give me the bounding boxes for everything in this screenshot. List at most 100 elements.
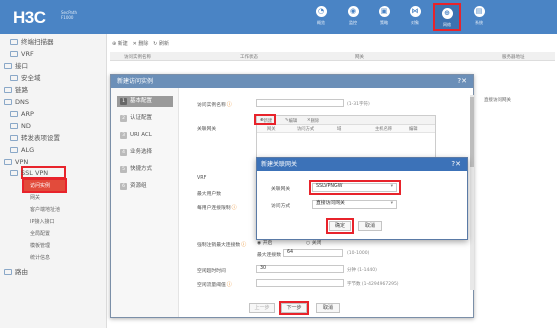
- highlight-ok: [326, 218, 354, 234]
- interface-icon: [4, 63, 12, 69]
- dialog-mode-select[interactable]: 直接访问网关 ▾: [312, 200, 397, 209]
- forwarding-icon: [10, 135, 18, 141]
- dns-icon: [4, 99, 12, 105]
- ssl-vpn-icon: [10, 170, 18, 176]
- modal-title: 新建访问实例: [111, 75, 473, 88]
- system-icon: ▤: [473, 6, 485, 17]
- top-bar: H3C SecPath F1000 ◔ 概览 ◉ 监控 ▣ 策略 ⋈ 对象 ⊕ 网络 ▤ 系统: [0, 0, 557, 34]
- chevron-down-icon: ▾: [390, 201, 393, 206]
- sidebar-item-terminal-scanner[interactable]: 终端扫描器: [0, 36, 107, 48]
- max-conn-label: 最大连接数: [257, 253, 281, 258]
- tab-uri-acl[interactable]: 3 URI ACL: [117, 130, 173, 141]
- max-conn-hint: (10-1000): [347, 251, 370, 256]
- nav-monitor[interactable]: ◉ 监控: [339, 3, 367, 31]
- idle-timeout-label: 空闲超时时间: [197, 269, 226, 274]
- dialog-gateway-label: 关联网关: [271, 187, 291, 192]
- table-cell-gateway: 直接访问网关: [484, 98, 511, 103]
- highlight-grid-new: [254, 114, 276, 125]
- prev-step-button[interactable]: 上一步: [249, 303, 275, 313]
- idle-timeout-input[interactable]: 30: [256, 265, 344, 273]
- toolbar-new-button[interactable]: ⊕ 新建: [112, 41, 128, 47]
- grid-edit-button[interactable]: ✎ 编辑: [285, 118, 297, 124]
- access-name-label: 访问实例名称ⓘ: [197, 102, 232, 108]
- max-users-label: 最大用户数: [197, 192, 221, 197]
- modal-scrollbar[interactable]: [470, 95, 474, 290]
- scrollbar-thumb[interactable]: [470, 97, 474, 167]
- gateway-label: 关联网关: [197, 127, 217, 132]
- max-conn-input[interactable]: 64: [283, 249, 343, 257]
- toolbar-refresh-button[interactable]: ↻ 刷新: [153, 41, 169, 47]
- toolbar-delete-button[interactable]: ✕ 删除: [133, 41, 149, 47]
- zone-icon: [10, 75, 18, 81]
- modal-close-icon[interactable]: ?✕: [457, 75, 467, 88]
- sidebar-item-vrf[interactable]: VRF: [0, 48, 107, 60]
- tab-basic[interactable]: 1 基本配置: [117, 96, 173, 107]
- vrf-icon: [10, 51, 18, 57]
- sidebar-item-routing[interactable]: 路由: [0, 266, 107, 278]
- grid-header: 网关 访问方式 域 主机名称 编辑: [257, 125, 435, 133]
- sidebar-item-link[interactable]: 链路: [0, 84, 107, 96]
- highlight-gateway-select: [309, 180, 401, 195]
- sidebar-item-dns[interactable]: DNS: [0, 96, 107, 108]
- idle-flow-input[interactable]: [256, 279, 344, 287]
- tab-shortcut[interactable]: 5 快捷方式: [117, 164, 173, 175]
- sidebar-item-alg[interactable]: ALG: [0, 144, 107, 156]
- arp-icon: [10, 111, 18, 117]
- dialog-cancel-button[interactable]: 取消: [358, 221, 382, 231]
- monitor-icon: ◉: [347, 6, 359, 17]
- product-model: SecPath F1000: [61, 10, 77, 20]
- vpn-icon: [4, 159, 12, 165]
- sidebar-item-forwarding[interactable]: 转发表项设置: [0, 132, 107, 144]
- alg-icon: [10, 147, 18, 153]
- highlight-next-step: [279, 301, 309, 315]
- sidebar-item-security-zone[interactable]: 安全域: [0, 72, 107, 84]
- dashboard-icon: ◔: [315, 6, 327, 17]
- nav-system[interactable]: ▤ 系统: [465, 3, 493, 31]
- sidebar-item-statistics[interactable]: 统计信息: [30, 252, 90, 264]
- sidebar-item-nd[interactable]: ND: [0, 120, 107, 132]
- nav-object[interactable]: ⋈ 对象: [401, 3, 429, 31]
- new-associated-gateway-dialog: 新建关联网关 ?✕ 关联网关 SSLVPNGW ▾ 访问方式 直接访问网关 ▾ 确定…: [256, 157, 468, 240]
- dialog-close-icon[interactable]: ?✕: [451, 158, 461, 171]
- policy-icon: ▣: [378, 6, 390, 17]
- h3c-logo: H3C: [13, 8, 46, 27]
- sidebar-item-access-instance[interactable]: 访问实例: [30, 180, 70, 192]
- routing-icon: [4, 269, 12, 275]
- tab-resource-group[interactable]: 6 资源组: [117, 181, 173, 192]
- idle-flow-label: 空闲流量阈值ⓘ: [197, 282, 232, 288]
- force-on-radio[interactable]: ◉ 开启: [257, 239, 272, 246]
- access-name-input[interactable]: [256, 99, 344, 107]
- table-header: 访问实例名称 工作状态 网关 服务器地址: [110, 52, 555, 61]
- force-off-radio[interactable]: ○ 关闭: [306, 239, 321, 246]
- sidebar-item-templates[interactable]: 模板管理: [30, 240, 90, 252]
- list-toolbar: ⊕ 新建 ✕ 删除 ↻ 刷新: [112, 40, 169, 47]
- sidebar-item-interface[interactable]: 接口: [0, 60, 107, 72]
- access-name-hint: (1-31字符): [347, 102, 370, 107]
- dialog-title: 新建关联网关: [257, 158, 467, 171]
- vrf-label: VRF: [197, 176, 207, 181]
- nav-network[interactable]: ⊕ 网络: [433, 3, 461, 31]
- network-icon: ⊕: [441, 8, 453, 19]
- nav-dashboard[interactable]: ◔ 概览: [307, 3, 335, 31]
- scanner-icon: [10, 39, 18, 45]
- grid-delete-button[interactable]: ✕ 删除: [307, 118, 319, 124]
- tab-auth[interactable]: 2 认证配置: [117, 113, 173, 124]
- nav-policy[interactable]: ▣ 策略: [370, 3, 398, 31]
- grid-toolbar: ⊕ 新建 ✎ 编辑 ✕ 删除: [257, 116, 435, 125]
- tab-service[interactable]: 4 业务选择: [117, 147, 173, 158]
- dialog-mode-label: 访问方式: [271, 204, 291, 209]
- idle-flow-hint: 字节数 (1-4294967295): [347, 282, 399, 287]
- sidebar-item-global-config[interactable]: 全局配置: [30, 228, 90, 240]
- sidebar-item-ip-interface[interactable]: IP接入接口: [30, 216, 90, 228]
- sidebar-item-arp[interactable]: ARP: [0, 108, 107, 120]
- per-user-limit-label: 每用户连接限制ⓘ: [197, 205, 237, 211]
- sidebar-item-client-pool[interactable]: 客户端地址池: [30, 204, 90, 216]
- idle-timeout-hint: 分钟 (1-1440): [347, 268, 377, 273]
- modal-tab-list: 1 基本配置 2 认证配置 3 URI ACL 4 业务选择 5 快捷方式 6 资源组: [111, 88, 179, 317]
- force-logout-label: 强制注销最大连接数ⓘ: [197, 242, 247, 248]
- modal-cancel-button[interactable]: 取消: [316, 303, 340, 313]
- nd-icon: [10, 123, 18, 129]
- sidebar-item-gateway[interactable]: 网关: [30, 192, 90, 204]
- gateway-grid: ⊕ 新建 ✎ 编辑 ✕ 删除 网关 访问方式 域 主机名称 编辑: [256, 115, 436, 161]
- link-icon: [4, 87, 12, 93]
